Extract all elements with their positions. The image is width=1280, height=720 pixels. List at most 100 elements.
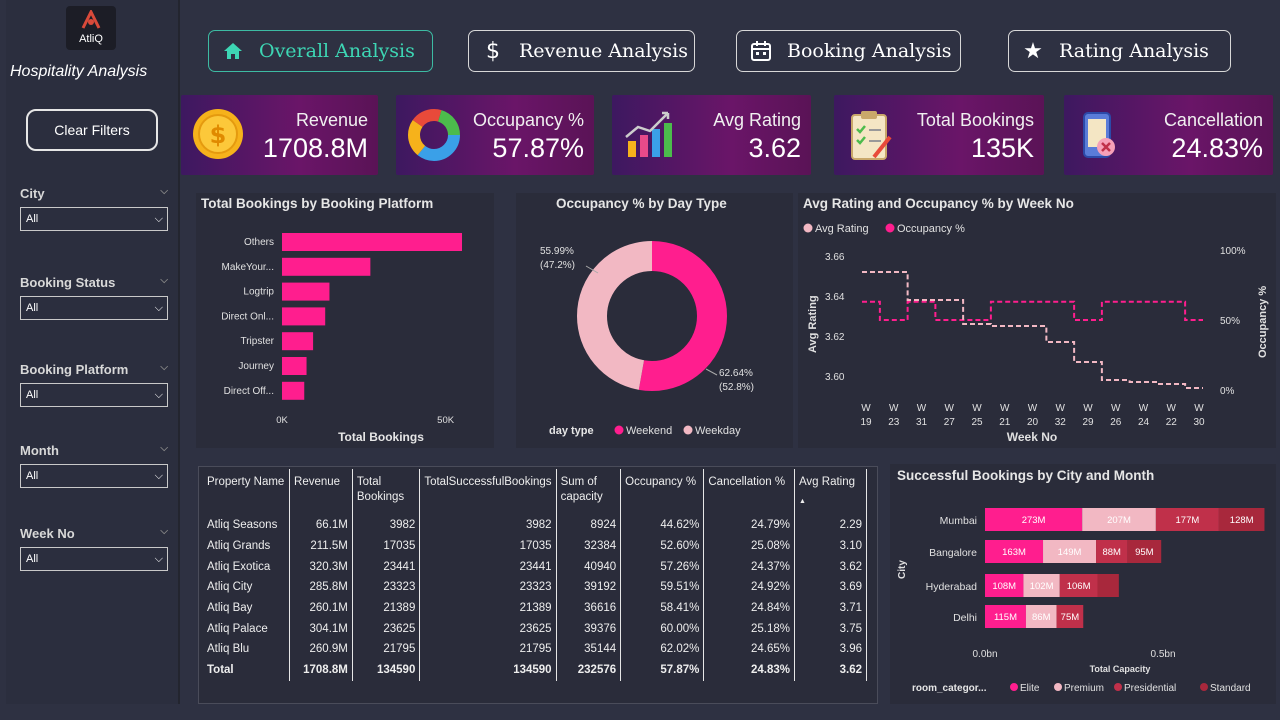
column-header[interactable]: Sum of capacity <box>556 469 622 515</box>
city-dropdown[interactable]: All ⌵ <box>20 207 168 231</box>
category-label: Tripster <box>240 336 274 347</box>
x-tick-label: 26 <box>1110 417 1122 428</box>
table-cell: 24.65% <box>703 639 795 660</box>
category-label: Bangalore <box>929 547 977 559</box>
x-tick-label: W <box>889 403 899 414</box>
table-cell: 260.1M <box>289 597 353 619</box>
table-cell: 60.00% <box>620 618 705 640</box>
data-label: 88M <box>1102 547 1121 558</box>
kpi-revenue: $ Revenue 1708.8M <box>181 95 378 175</box>
occupancy-line <box>862 300 1203 321</box>
x-tick-label: W <box>917 403 927 414</box>
week-line-chart: Avg Rating Occupancy % 3.66 3.64 3.62 3.60 100… <box>803 223 1269 444</box>
table-cell: 62.02% <box>620 639 705 660</box>
month-dropdown[interactable]: All ⌵ <box>20 464 168 488</box>
bar <box>282 307 326 326</box>
y-axis-title: City <box>897 560 908 579</box>
occupancy-by-daytype-panel: Occupancy % by Day Type 55.99% (47.2%) 62.… <box>516 193 793 448</box>
bar <box>282 357 307 375</box>
booking-platform-dropdown[interactable]: All ⌵ <box>20 383 168 407</box>
column-header[interactable]: Cancellation % <box>703 469 795 515</box>
table-row[interactable]: Atliq City 285.8M 23323 23323 39192 59.51% 24.… <box>203 577 868 598</box>
table-cell: 17035 <box>352 535 421 557</box>
tick-label: 0.0bn <box>972 649 997 660</box>
table-cell: 52.60% <box>620 535 705 557</box>
booking-status-dropdown[interactable]: All ⌵ <box>20 296 168 320</box>
x-axis-title: Total Capacity <box>1090 664 1151 674</box>
category-label: Mumbai <box>940 515 977 527</box>
x-tick-label: 32 <box>1055 417 1067 428</box>
table-cell: 232576 <box>556 659 622 681</box>
table-cell: 57.87% <box>620 659 705 681</box>
table-cell: Atliq Exotica <box>203 556 291 578</box>
legend-marker <box>1010 683 1018 691</box>
table-total-row[interactable]: Total 1708.8M 134590 134590 232576 57.87% 24.8… <box>203 659 868 681</box>
table-cell: Total <box>203 659 291 681</box>
table-row[interactable]: Atliq Palace 304.1M 23625 23625 39376 60.00% 2… <box>203 618 868 640</box>
table-row[interactable]: Atliq Blu 260.9M 21795 21795 35144 62.02% 24.6… <box>203 639 868 660</box>
table-row[interactable]: Atliq Grands 211.5M 17035 17035 32384 52.60% 2… <box>203 535 868 557</box>
collapse-chevron-icon[interactable]: ⌵ <box>160 186 168 201</box>
star-icon: ★ <box>1023 38 1043 64</box>
clear-filters-button[interactable]: Clear Filters <box>26 109 158 151</box>
table-cell: 3.96 <box>794 639 868 660</box>
collapse-chevron-icon[interactable]: ⌵ <box>160 443 168 458</box>
table-cell: 320.3M <box>289 556 353 578</box>
table-cell: 24.83% <box>703 659 795 681</box>
dropdown-value: All <box>26 470 39 482</box>
table-cell: 39376 <box>556 618 622 640</box>
legend-marker <box>614 425 624 435</box>
kpi-value: 57.87% <box>492 133 584 163</box>
table-cell: 21795 <box>419 639 557 660</box>
data-label: 128M <box>1230 515 1254 526</box>
tick-label: 50K <box>437 415 455 426</box>
clipboard-icon <box>844 107 896 168</box>
column-header[interactable]: Total Bookings <box>352 469 421 515</box>
table-cell: Atliq Blu <box>203 639 291 660</box>
table-cell: Atliq Bay <box>203 597 291 619</box>
legend-marker <box>683 425 693 435</box>
booking-analysis-button[interactable]: Booking Analysis <box>736 30 961 72</box>
table-row[interactable]: Atliq Seasons 66.1M 3982 3982 8924 44.62% 24.7… <box>203 515 868 536</box>
coin-icon: $ <box>191 107 245 166</box>
table-row[interactable]: Atliq Bay 260.1M 21389 21389 36616 58.41% 24.8… <box>203 597 868 619</box>
atliq-logo: AtliQ <box>66 6 116 50</box>
legend-marker <box>885 223 895 233</box>
chevron-down-icon: ⌵ <box>154 553 163 565</box>
column-header[interactable]: Avg Rating ▲ <box>794 469 868 515</box>
y-tick-label: 3.60 <box>825 372 845 383</box>
sort-ascending-icon[interactable]: ▲ <box>799 494 862 509</box>
chevron-down-icon: ⌵ <box>154 213 163 225</box>
data-label: 62.64% <box>719 368 753 379</box>
collapse-chevron-icon[interactable]: ⌵ <box>160 362 168 377</box>
column-header[interactable]: TotalSuccessfulBookings <box>419 469 557 515</box>
kpi-title: Occupancy % <box>472 110 584 130</box>
category-label: Delhi <box>953 612 977 624</box>
tick-label: 0K <box>276 415 288 426</box>
table-cell: 21795 <box>352 639 421 660</box>
column-header[interactable]: Revenue <box>289 469 353 515</box>
collapse-chevron-icon[interactable]: ⌵ <box>160 275 168 290</box>
column-header[interactable]: Property Name <box>203 469 291 515</box>
table-cell: 24.79% <box>703 515 795 536</box>
filter-label: City <box>20 186 45 201</box>
table-row[interactable]: Atliq Exotica 320.3M 23441 23441 40940 57.26%… <box>203 556 868 578</box>
data-label: 177M <box>1176 515 1200 526</box>
table-cell: 24.37% <box>703 556 795 578</box>
table-cell: 3.62 <box>794 556 868 578</box>
week-no-dropdown[interactable]: All ⌵ <box>20 547 168 571</box>
bar <box>282 381 305 400</box>
column-header[interactable]: Occupancy % <box>620 469 705 515</box>
overall-analysis-button[interactable]: Overall Analysis <box>208 30 433 72</box>
calendar-icon <box>747 40 775 62</box>
collapse-chevron-icon[interactable]: ⌵ <box>160 526 168 541</box>
data-label: 163M <box>1002 547 1026 558</box>
kpi-title: Total Bookings <box>916 110 1034 130</box>
nav-label: Overall Analysis <box>259 40 415 62</box>
property-table: Property Name Revenue Total Bookings TotalS… <box>198 466 878 704</box>
y2-tick-label: 100% <box>1220 246 1246 257</box>
table-cell: Atliq Palace <box>203 618 291 640</box>
legend-marker <box>1114 683 1122 691</box>
revenue-analysis-button[interactable]: $ Revenue Analysis <box>468 30 695 72</box>
rating-analysis-button[interactable]: ★ Rating Analysis <box>1008 30 1231 72</box>
